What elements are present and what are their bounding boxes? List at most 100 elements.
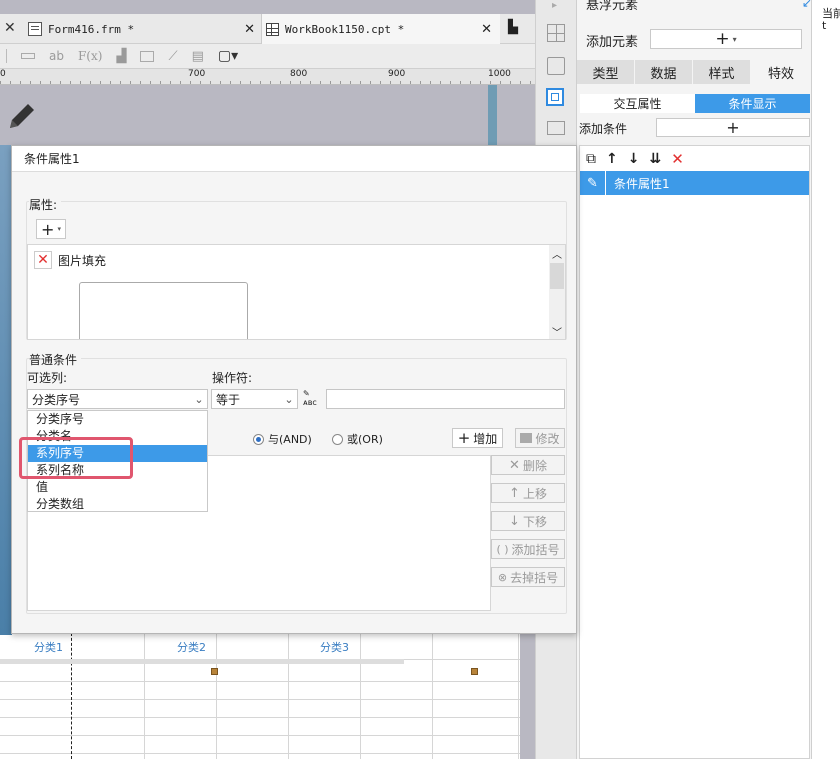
condition-item-label: 条件属性1 — [614, 176, 670, 191]
tab-form416[interactable]: Form416.frm * ✕ — [22, 14, 262, 44]
arrow-up-icon: ↑ — [509, 485, 520, 501]
condition-dialog: 条件属性1 属性: + ▾ ✕ 图片填充 ︿ ﹀ 普通条件 可选列: 操作符: 分… — [11, 145, 577, 634]
tab-menu-icon[interactable]: ▙ — [508, 20, 518, 35]
plus-icon: + — [715, 29, 730, 49]
add-element-label: 添加元素 — [586, 35, 639, 50]
divider — [6, 49, 7, 63]
resize-handle[interactable] — [211, 668, 218, 675]
formula-icon[interactable]: F(x) — [78, 49, 102, 63]
resize-handle[interactable] — [471, 668, 478, 675]
value-input[interactable] — [326, 389, 565, 409]
column-select[interactable]: 分类序号 ⌄ — [27, 389, 208, 409]
delete-button[interactable]: ✕ 删除 — [491, 455, 565, 475]
remove-bracket-button[interactable]: ⊗ 去掉括号 — [491, 567, 565, 587]
remove-property-icon[interactable]: ✕ — [34, 251, 52, 269]
dialog-title: 条件属性1 — [24, 152, 80, 166]
close-icon[interactable]: ✕ — [244, 22, 255, 37]
delete-icon: ✕ — [509, 457, 520, 473]
panel-tabs: 类型 数据 样式 特效 — [577, 60, 811, 84]
condition-item[interactable]: ✎ 条件属性1 — [580, 171, 809, 195]
dialog-title-bar: 条件属性1 — [12, 146, 576, 172]
image-preview-box[interactable] — [79, 282, 248, 339]
modify-button[interactable]: 修改 — [515, 428, 565, 448]
document-icon[interactable]: ▤ — [192, 49, 204, 64]
radio-or-label: 或(OR) — [347, 433, 383, 446]
scroll-thumb[interactable] — [550, 263, 564, 289]
form-file-icon — [28, 22, 42, 36]
text-label-icon[interactable]: ab — [49, 49, 64, 63]
dashed-page-line — [71, 633, 72, 759]
tab-close-icon[interactable]: ✕ — [4, 20, 18, 38]
chevron-down-icon: ▾ — [57, 225, 61, 233]
border-dropdown-icon[interactable]: ▢▾ — [218, 48, 238, 64]
copy-icon[interactable]: ⧉ — [586, 151, 596, 167]
radio-and[interactable]: 与(AND) — [253, 431, 312, 447]
move-down-button[interactable]: ↓ 下移 — [491, 511, 565, 531]
collapse-arrow-icon[interactable]: ▸ — [552, 0, 557, 11]
property-item-label: 图片填充 — [58, 253, 107, 268]
widget-icon[interactable] — [547, 57, 565, 75]
close-icon[interactable]: ✕ — [481, 22, 492, 37]
radio-or[interactable]: 或(OR) — [332, 431, 383, 447]
line-icon[interactable]: ⟋ — [168, 49, 177, 64]
scrollbar[interactable]: ︿ ﹀ — [549, 245, 565, 339]
add-button[interactable]: + 增加 — [452, 428, 503, 448]
chart-icon[interactable]: ▟ — [116, 49, 126, 64]
layout-icon[interactable] — [547, 24, 565, 42]
category-label: 分类1 — [34, 641, 63, 654]
ruler-tick: 0 — [0, 69, 6, 79]
toolbar: ab F(x) ▟ ⟋ ▤ ▢▾ — [0, 44, 535, 69]
category-label: 分类3 — [320, 641, 349, 654]
operator-select[interactable]: 等于 ⌄ — [211, 389, 298, 409]
tab-label: Form416.frm * — [48, 22, 135, 36]
dropdown-option[interactable]: 值 — [28, 479, 207, 496]
plus-icon: + — [457, 429, 471, 447]
ruler-tick: 1000 — [488, 69, 511, 79]
ruler-tick: 900 — [388, 69, 406, 79]
delete-icon[interactable]: ✕ — [671, 150, 684, 168]
move-bottom-icon[interactable]: ⇊ — [649, 151, 661, 167]
optional-column-label: 可选列: — [27, 371, 68, 385]
tab-data[interactable]: 数据 — [635, 60, 693, 84]
common-condition-label: 普通条件 — [29, 351, 82, 368]
dropdown-option[interactable]: 分类序号 — [28, 411, 207, 428]
arrow-down-icon: ↓ — [509, 513, 520, 529]
arrow-up-icon[interactable]: ↑ — [606, 151, 618, 167]
expand-arrow-icon[interactable]: ↙ — [802, 0, 812, 10]
ruler-tick: 800 — [290, 69, 308, 79]
add-element-button[interactable]: + ▾ — [650, 29, 802, 49]
panel-icon[interactable] — [547, 121, 565, 135]
add-bracket-button[interactable]: ( ) 添加括号 — [491, 539, 565, 559]
radio-and-label: 与(AND) — [268, 433, 312, 446]
text-field-icon[interactable] — [21, 53, 35, 59]
radio-unchecked-icon — [332, 433, 343, 445]
radio-checked-icon — [253, 433, 264, 445]
condition-toolbar: ⧉ ↑ ↓ ⇊ ✕ — [580, 146, 809, 171]
plus-icon: + — [41, 219, 55, 239]
add-property-button[interactable]: + ▾ — [36, 219, 66, 239]
edit-pencil-icon: ✎ — [580, 171, 606, 195]
scroll-up-icon[interactable]: ︿ — [552, 246, 562, 261]
tab-type[interactable]: 类型 — [577, 60, 635, 84]
add-condition-label: 添加条件 — [579, 122, 628, 136]
move-up-button[interactable]: ↑ 上移 — [491, 483, 565, 503]
tab-style[interactable]: 样式 — [693, 60, 751, 84]
annotation-highlight-frame — [19, 437, 133, 479]
abc-formula-icon[interactable]: ✎ ᴀʙᴄ — [303, 389, 323, 409]
plus-icon: + — [726, 118, 740, 137]
tab-effect[interactable]: 特效 — [751, 60, 811, 84]
tab-workbook1150[interactable]: WorkBook1150.cpt * ✕ — [262, 14, 500, 44]
subtab-conditional-display[interactable]: 条件显示 — [695, 94, 810, 113]
tab-label: WorkBook1150.cpt * — [285, 22, 405, 36]
add-condition-button[interactable]: + — [656, 118, 810, 137]
float-element-icon[interactable] — [546, 88, 564, 106]
subtabs: 交互属性 条件显示 — [580, 94, 810, 113]
scroll-down-icon[interactable]: ﹀ — [552, 324, 562, 339]
column-select-value: 分类序号 — [32, 392, 81, 407]
subtab-interaction[interactable]: 交互属性 — [580, 94, 695, 113]
property-list: ✕ 图片填充 ︿ ﹀ — [27, 244, 566, 340]
dropdown-option[interactable]: 分类数组 — [28, 496, 207, 513]
arrow-down-icon[interactable]: ↓ — [628, 151, 640, 167]
image-icon[interactable] — [140, 50, 155, 62]
sheet-grid: 分类1 分类2 分类3 — [0, 633, 520, 759]
